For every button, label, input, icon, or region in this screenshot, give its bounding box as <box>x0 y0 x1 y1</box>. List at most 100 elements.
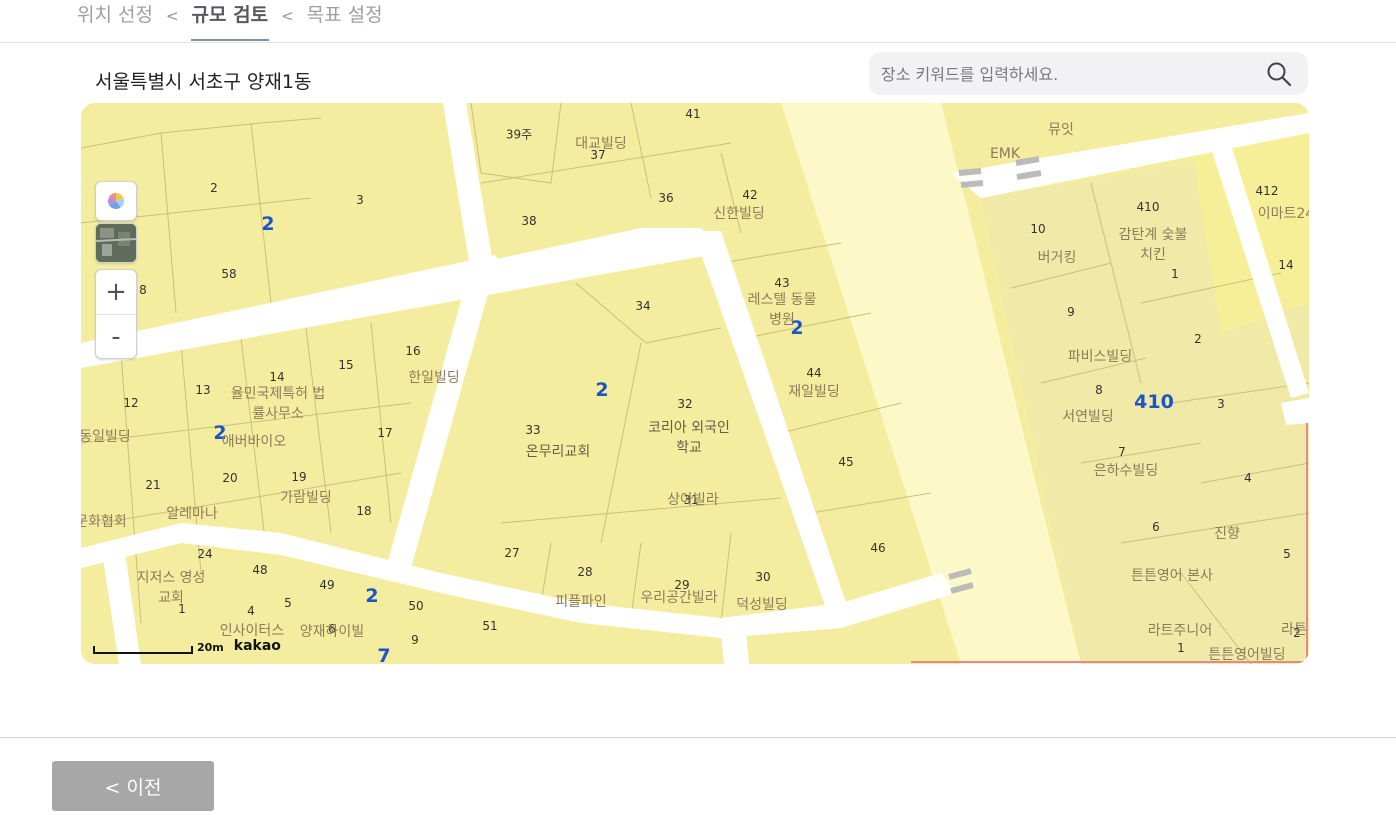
building-label: 라튼 <box>1281 622 1307 638</box>
building-label: 버거킹 <box>1037 250 1077 266</box>
building-label: 상아빌라 <box>667 492 719 508</box>
building-label: 애버바이오 <box>221 434 287 450</box>
parcel-number: 44 <box>806 366 822 380</box>
parcel-number: 412 <box>1255 184 1279 198</box>
search-icon[interactable] <box>1266 61 1292 87</box>
parcel-number: 5 <box>284 596 292 610</box>
parcel-number: 39주 <box>505 127 533 142</box>
satellite-thumbnail-icon <box>96 224 136 262</box>
building-label: 한일빌딩 <box>408 370 460 386</box>
building-label: 양재하이빌 <box>299 624 365 640</box>
parcel-number: 42 <box>742 188 758 202</box>
building-label: 서연빌딩 <box>1062 409 1114 425</box>
parcel-number: 8 <box>1095 383 1103 397</box>
parcel-number: 28 <box>577 565 593 579</box>
building-label: 파비스빌딩 <box>1067 349 1133 365</box>
building-label: 신한빌딩 <box>713 206 765 222</box>
zone-label: 7 <box>377 645 391 664</box>
parcel-number: 12 <box>123 396 139 410</box>
parcel-number: 9 <box>1067 305 1075 319</box>
building-label: 대교빌딩 <box>575 136 627 152</box>
parcel-number: 24 <box>197 547 213 561</box>
parcel-number: 30 <box>755 570 771 584</box>
map-provider-logo[interactable]: kakao <box>234 638 281 654</box>
parcel-number: 14 <box>269 370 285 384</box>
parcel-number: 27 <box>504 546 520 560</box>
building-label: 우리공간빌라 <box>640 590 718 606</box>
parcel-number: 9 <box>411 633 419 647</box>
parcel-number: 2 <box>1194 332 1202 346</box>
parcel-number: 58 <box>221 267 237 281</box>
building-label: 율민국제특허 법률사무소 <box>230 386 326 422</box>
building-label: 라트주니어 <box>1147 623 1213 639</box>
step-separator: < <box>281 7 294 25</box>
parcel-number: 1 <box>1177 641 1185 655</box>
zone-label: 410 <box>1134 391 1174 413</box>
parcel-number: 36 <box>658 191 674 205</box>
parcel-number: 3 <box>356 193 364 207</box>
parcel-number: 8 <box>139 283 147 297</box>
building-label: 코리아 외국인학교 <box>648 420 730 456</box>
building-label: 뮤잇 <box>1048 122 1074 138</box>
satellite-view-toggle[interactable] <box>95 223 137 263</box>
parcel-number: 21 <box>145 478 161 492</box>
building-label: 튼튼영어빌딩 <box>1208 647 1286 663</box>
building-label: 튼튼영어 본사 <box>1131 568 1213 584</box>
building-label: 지저스 영성교회 <box>136 570 206 606</box>
parcel-number: 33 <box>525 423 541 437</box>
step-scale-review[interactable]: 규모 검토 <box>190 0 270 41</box>
parcel-number: 14 <box>1278 258 1294 272</box>
parcel-number: 34 <box>635 299 651 313</box>
parcel-number: 46 <box>870 541 886 555</box>
scale-distance: 20m <box>197 641 224 654</box>
step-location[interactable]: 위치 선정 <box>76 0 154 30</box>
parcel-number: 41 <box>685 107 701 121</box>
zoom-in-button[interactable]: + <box>96 270 136 315</box>
parcel-number: 43 <box>774 276 790 290</box>
building-label: 가람빌딩 <box>280 490 332 506</box>
building-label: 인사이터스 <box>219 623 285 639</box>
parcel-number: 16 <box>405 344 421 358</box>
parcel-number: 1 <box>1171 267 1179 281</box>
selected-address: 서울특별시 서초구 양재1동 <box>95 71 312 93</box>
zoom-out-button[interactable]: - <box>96 315 136 359</box>
zone-label: 2 <box>595 379 609 401</box>
map-style-toggle[interactable] <box>95 181 137 221</box>
building-label: 레스텔 동물병원 <box>747 292 817 328</box>
parcel-number: 6 <box>1152 520 1160 534</box>
place-search-input[interactable] <box>879 52 1253 97</box>
zone-label: 2 <box>261 213 275 235</box>
parcel-number: 32 <box>677 397 693 411</box>
parcel-number: 7 <box>1118 445 1126 459</box>
parcel-number: 410 <box>1136 200 1160 214</box>
parcel-number: 2 <box>210 181 218 195</box>
building-label: 알레마나 <box>166 506 218 522</box>
zone-label: 2 <box>365 585 379 607</box>
parcel-number: 19 <box>291 470 307 484</box>
parcel-number: 38 <box>521 214 537 228</box>
zoning-map[interactable]: 2 2 2 2 2 410 7 39주 37 41 36 42 38 2 3 5… <box>81 103 1309 664</box>
step-goal-setting[interactable]: 목표 설정 <box>306 0 384 30</box>
parcel-number: 13 <box>195 383 211 397</box>
parcel-number: 20 <box>222 471 238 485</box>
header-divider <box>0 42 1396 43</box>
parcel-number: 5 <box>1283 547 1291 561</box>
parcel-number: 18 <box>356 504 372 518</box>
building-label: 온무리교회 <box>525 444 591 460</box>
previous-button[interactable]: < 이전 <box>52 761 214 811</box>
place-search-box <box>869 52 1308 97</box>
color-palette-icon <box>107 192 125 210</box>
step-separator: < <box>165 7 179 25</box>
parcel-number: 17 <box>377 426 393 440</box>
building-label: 덕성빌딩 <box>736 597 788 613</box>
parcel-number: 48 <box>252 563 268 577</box>
building-label: 은하수빌딩 <box>1093 463 1159 479</box>
parcel-number: 45 <box>838 455 854 469</box>
parcel-number: 3 <box>1217 397 1225 411</box>
building-label: 피플파인 <box>555 594 607 610</box>
map-scale: 20m kakao <box>93 638 281 654</box>
parcel-number: 4 <box>247 604 255 618</box>
parcel-number: 49 <box>319 578 335 592</box>
parcel-number: 51 <box>482 619 498 633</box>
building-label: 진향 <box>1214 526 1240 542</box>
